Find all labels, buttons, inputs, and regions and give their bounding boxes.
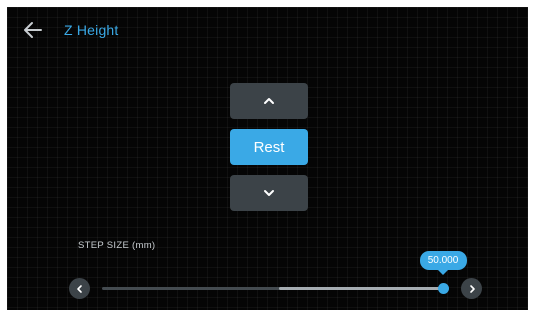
- back-button[interactable]: [21, 19, 45, 41]
- arrow-left-icon: [21, 19, 45, 41]
- step-size-label: STEP SIZE (mm): [78, 240, 156, 251]
- chevron-down-icon: [262, 188, 276, 198]
- step-decrease-button[interactable]: [69, 278, 90, 299]
- rest-button[interactable]: Rest: [230, 129, 308, 165]
- jog-down-button[interactable]: [230, 175, 308, 211]
- step-size-slider-track[interactable]: [102, 287, 443, 290]
- step-size-value-bubble: 50.000: [419, 251, 467, 275]
- page-title: Z Height: [64, 22, 119, 38]
- z-height-screen: Z Height Rest STEP SIZE (mm) 50.000: [7, 7, 528, 310]
- chevron-right-icon: [467, 284, 477, 294]
- step-increase-button[interactable]: [461, 278, 482, 299]
- chevron-up-icon: [262, 96, 276, 106]
- step-size-slider-fill: [279, 287, 443, 290]
- chevron-left-icon: [75, 284, 85, 294]
- step-size-slider-thumb[interactable]: [437, 283, 449, 294]
- jog-up-button[interactable]: [230, 83, 308, 119]
